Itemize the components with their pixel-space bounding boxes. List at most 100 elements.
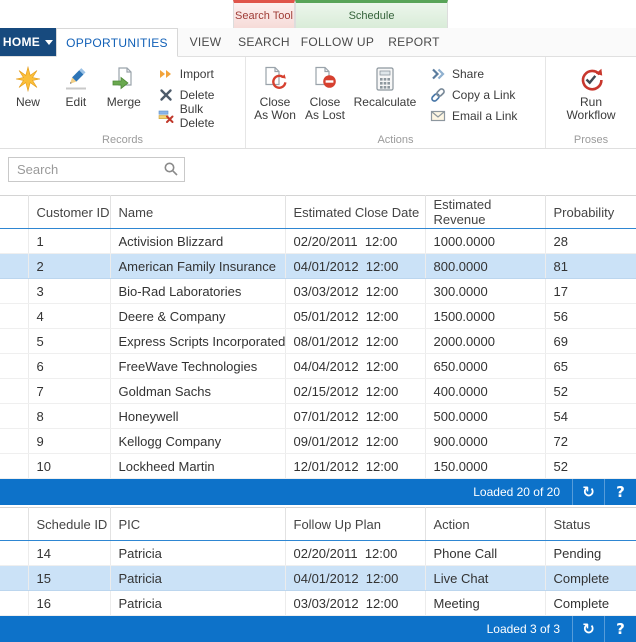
refresh-icon: ↻ (582, 620, 595, 638)
row-selector[interactable] (0, 303, 29, 329)
tab-report-label: REPORT (388, 35, 440, 49)
tab-view[interactable]: VIEW (178, 28, 233, 56)
email-link-icon (430, 108, 446, 124)
ribbon-group-records-label: Records (102, 134, 143, 146)
bulk-delete-button[interactable]: Bulk Delete (154, 102, 241, 130)
column-header-customer-id[interactable]: Customer ID (28, 195, 111, 229)
select-all-header[interactable] (0, 195, 29, 229)
delete-icon (158, 87, 174, 103)
ribbon-group-proses: Run Workflow Proses (546, 57, 636, 148)
cell-probability: 52 (545, 378, 636, 404)
table-row[interactable]: 7 Goldman Sachs 02/15/2012 12:00 400.000… (0, 378, 636, 404)
new-button-label: New (15, 95, 40, 109)
email-a-link-label: Email a Link (452, 108, 518, 123)
cell-close-date: 03/03/2012 12:00 (285, 278, 426, 304)
table-row[interactable]: 5 Express Scripts Incorporated 08/01/201… (0, 328, 636, 354)
row-selector[interactable] (0, 403, 29, 429)
cell-schedule-id: 16 (28, 590, 111, 616)
close-as-won-icon (261, 65, 289, 93)
cell-probability: 28 (545, 228, 636, 254)
run-workflow-button[interactable]: Run Workflow (556, 61, 626, 126)
close-as-won-button[interactable]: Close As Won (250, 61, 300, 126)
cell-revenue: 650.0000 (425, 353, 546, 379)
cell-probability: 81 (545, 253, 636, 279)
contextual-tab-schedule[interactable]: Schedule (295, 0, 448, 28)
column-header-status[interactable]: Status (545, 507, 636, 541)
row-selector[interactable] (0, 328, 29, 354)
table-row[interactable]: 9 Kellogg Company 09/01/2012 12:00 900.0… (0, 428, 636, 454)
column-header-name[interactable]: Name (110, 195, 286, 229)
help-button[interactable]: ? (604, 479, 636, 505)
column-header-pic[interactable]: PIC (110, 507, 286, 541)
ribbon: New Edit Merge Import Delete Bulk Delete… (0, 57, 636, 149)
table-row[interactable]: 10 Lockheed Martin 12/01/2012 12:00 150.… (0, 453, 636, 479)
close-as-lost-label: Close As Lost (304, 95, 346, 122)
table-row[interactable]: 4 Deere & Company 05/01/2012 12:00 1500.… (0, 303, 636, 329)
new-button[interactable]: New (4, 61, 52, 113)
column-header-follow-up-plan[interactable]: Follow Up Plan (285, 507, 426, 541)
column-header-action[interactable]: Action (425, 507, 546, 541)
table-row[interactable]: 1 Activision Blizzard 02/20/2011 12:00 1… (0, 228, 636, 254)
table-row[interactable]: 15 Patricia 04/01/2012 12:00 Live Chat C… (0, 565, 636, 591)
search-icon[interactable] (163, 161, 179, 180)
refresh-button[interactable]: ↻ (572, 479, 604, 505)
cell-close-date: 02/15/2012 12:00 (285, 378, 426, 404)
cell-customer-id: 8 (28, 403, 111, 429)
edit-button-label: Edit (65, 95, 87, 109)
cell-customer-id: 1 (28, 228, 111, 254)
home-menu-button[interactable]: HOME (0, 28, 56, 56)
row-selector[interactable] (0, 540, 29, 566)
tab-opportunities[interactable]: OPPORTUNITIES (56, 28, 178, 57)
row-selector[interactable] (0, 428, 29, 454)
cell-schedule-id: 15 (28, 565, 111, 591)
row-selector[interactable] (0, 353, 29, 379)
copy-a-link-button[interactable]: Copy a Link (426, 84, 521, 105)
cell-probability: 54 (545, 403, 636, 429)
cell-name: Bio-Rad Laboratories (110, 278, 286, 304)
row-selector[interactable] (0, 278, 29, 304)
table-row[interactable]: 2 American Family Insurance 04/01/2012 1… (0, 253, 636, 279)
row-selector[interactable] (0, 590, 29, 616)
recalculate-button[interactable]: Recalculate (350, 61, 420, 113)
close-as-lost-button[interactable]: Close As Lost (300, 61, 350, 126)
edit-button[interactable]: Edit (52, 61, 100, 113)
merge-button[interactable]: Merge (100, 61, 148, 113)
contextual-tab-search-tool[interactable]: Search Tool (233, 0, 295, 28)
help-icon: ? (616, 483, 625, 501)
cell-close-date: 02/20/2011 12:00 (285, 228, 426, 254)
tab-follow-up[interactable]: FOLLOW UP (295, 28, 380, 56)
tab-view-label: VIEW (189, 35, 222, 49)
cell-action: Meeting (425, 590, 546, 616)
row-selector[interactable] (0, 453, 29, 479)
table-row[interactable]: 8 Honeywell 07/01/2012 12:00 500.0000 54 (0, 403, 636, 429)
column-header-estimated-close-date[interactable]: Estimated Close Date (285, 195, 426, 229)
refresh-button[interactable]: ↻ (572, 616, 604, 642)
share-button[interactable]: Share (426, 63, 521, 84)
table-row[interactable]: 14 Patricia 02/20/2011 12:00 Phone Call … (0, 540, 636, 566)
table-row[interactable]: 16 Patricia 03/03/2012 12:00 Meeting Com… (0, 590, 636, 616)
import-button[interactable]: Import (154, 63, 241, 84)
cell-revenue: 800.0000 (425, 253, 546, 279)
help-button[interactable]: ? (604, 616, 636, 642)
row-selector[interactable] (0, 565, 29, 591)
row-selector[interactable] (0, 378, 29, 404)
email-a-link-button[interactable]: Email a Link (426, 105, 521, 126)
table-row[interactable]: 6 FreeWave Technologies 04/04/2012 12:00… (0, 353, 636, 379)
row-selector[interactable] (0, 228, 29, 254)
column-header-probability[interactable]: Probability (545, 195, 636, 229)
import-button-label: Import (179, 66, 214, 81)
select-all-header[interactable] (0, 507, 29, 541)
search-box (8, 157, 185, 182)
cell-revenue: 900.0000 (425, 428, 546, 454)
recalculate-icon (371, 65, 399, 93)
column-header-schedule-id[interactable]: Schedule ID (28, 507, 111, 541)
contextual-tab-schedule-label: Schedule (348, 9, 395, 22)
column-header-estimated-revenue[interactable]: Estimated Revenue (425, 195, 546, 229)
search-input[interactable] (8, 157, 185, 182)
row-selector[interactable] (0, 253, 29, 279)
tab-report[interactable]: REPORT (380, 28, 448, 56)
close-as-lost-icon (311, 65, 339, 93)
cell-name: FreeWave Technologies (110, 353, 286, 379)
table-row[interactable]: 3 Bio-Rad Laboratories 03/03/2012 12:00 … (0, 278, 636, 304)
tab-search[interactable]: SEARCH (233, 28, 295, 56)
